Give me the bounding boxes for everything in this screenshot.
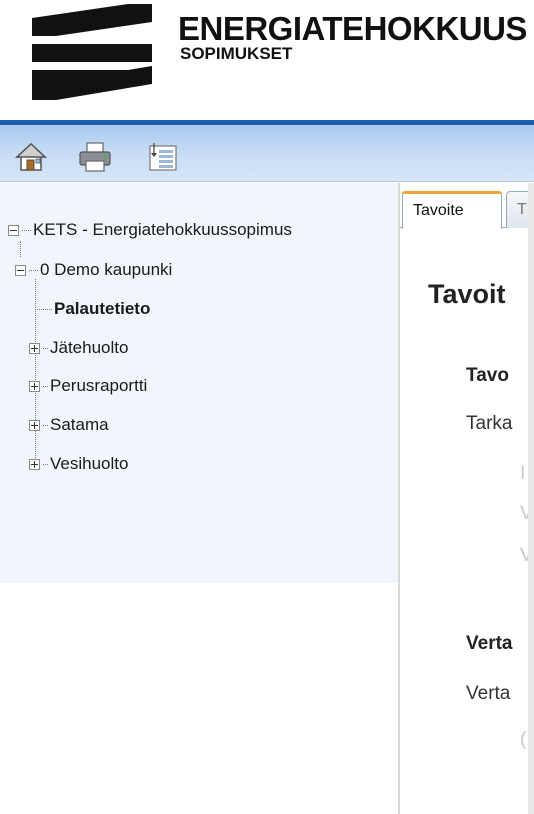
collapse-icon[interactable] xyxy=(8,224,19,236)
layout-button[interactable] xyxy=(146,140,180,174)
tree-node-label: Perusraportti xyxy=(50,376,148,395)
active-tab-indicator xyxy=(402,191,502,194)
tree-dots xyxy=(43,424,48,426)
tree-node-label: KETS - Energiatehokkuussopimus xyxy=(33,220,292,239)
tree-dots xyxy=(43,463,48,465)
tree-node-org[interactable]: 0 Demo kaupunki xyxy=(15,259,172,281)
tree-node-label: 0 Demo kaupunki xyxy=(40,260,173,279)
faint-field: ( xyxy=(520,729,527,750)
tree-item-vesihuolto[interactable]: Vesihuolto xyxy=(29,453,128,475)
section-heading: Verta xyxy=(466,633,513,654)
tab-tavoite[interactable]: Tavoite xyxy=(402,191,502,229)
tree-dots xyxy=(22,229,31,231)
brand-title: ENERGIATEHOKKUUS xyxy=(178,10,527,47)
tree-connector xyxy=(20,241,21,257)
tree-item-jatehuolto[interactable]: Jätehuolto xyxy=(29,337,128,359)
tree-node-label: Satama xyxy=(50,415,109,434)
tree-item-perusraportti[interactable]: Perusraportti xyxy=(29,375,147,397)
layout-icon xyxy=(149,143,177,171)
field-label: Tarka xyxy=(466,413,513,434)
logo-mark-icon xyxy=(32,4,152,100)
tree-dots xyxy=(43,385,48,387)
collapse-icon[interactable] xyxy=(15,264,26,276)
home-icon xyxy=(15,142,47,171)
brand-subtitle: SOPIMUKSET xyxy=(180,44,293,63)
print-icon xyxy=(79,142,111,172)
window-edge xyxy=(528,183,534,814)
home-button[interactable] xyxy=(14,140,48,174)
expand-icon[interactable] xyxy=(29,342,40,354)
expand-icon[interactable] xyxy=(29,419,40,431)
tree-dots xyxy=(35,308,52,310)
tab-strip: T Tavoite xyxy=(400,183,534,229)
expand-icon[interactable] xyxy=(29,380,40,392)
tree-item-palautetieto[interactable]: Palautetieto xyxy=(35,298,150,320)
toolbar xyxy=(0,120,534,182)
expand-icon[interactable] xyxy=(29,458,40,470)
tree-node-label: Jätehuolto xyxy=(50,338,129,357)
tree-node-root[interactable]: KETS - Energiatehokkuussopimus xyxy=(8,219,292,241)
header: ENERGIATEHOKKUUS SOPIMUKSET xyxy=(0,0,534,120)
tree-item-satama[interactable]: Satama xyxy=(29,414,109,436)
faint-field: I xyxy=(520,463,526,484)
tree-dots xyxy=(43,347,48,349)
tree-panel: KETS - Energiatehokkuussopimus 0 Demo ka… xyxy=(0,183,398,583)
tree-node-label: Vesihuolto xyxy=(50,454,129,473)
section-heading: Tavo xyxy=(466,365,509,386)
page-title: Tavoit xyxy=(428,279,506,309)
print-button[interactable] xyxy=(78,140,112,174)
tree-dots xyxy=(29,269,38,271)
field-label: Verta xyxy=(466,683,511,704)
content-panel: T Tavoite Tavoit Tavo Tarka I V V Verta … xyxy=(400,183,534,814)
tree-node-label: Palautetieto xyxy=(54,299,151,318)
